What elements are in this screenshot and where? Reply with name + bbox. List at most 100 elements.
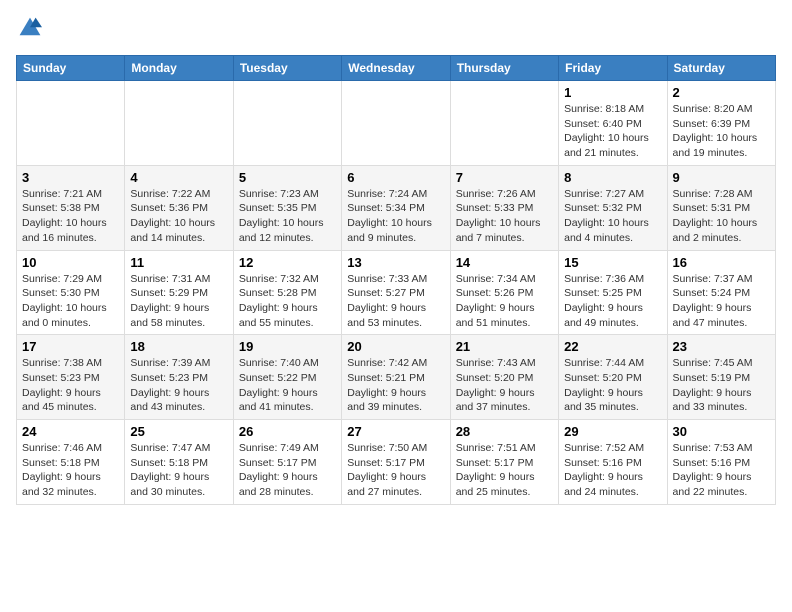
weekday-header-tuesday: Tuesday (233, 56, 341, 81)
calendar-day-15: 15Sunrise: 7:36 AMSunset: 5:25 PMDayligh… (559, 250, 667, 335)
calendar-empty-cell (17, 81, 125, 166)
day-info: Sunrise: 7:52 AMSunset: 5:16 PMDaylight:… (564, 441, 661, 500)
calendar-empty-cell (342, 81, 450, 166)
calendar-day-12: 12 Sunrise: 7:32 AMSunset: 5:28 PMDayligh… (233, 250, 341, 335)
calendar-week-row: 17 Sunrise: 7:38 AMSunset: 5:23 PMDayligh… (17, 335, 776, 420)
day-number: 17 (22, 339, 119, 354)
day-info: Sunrise: 7:22 AMSunset: 5:36 PMDaylight:… (130, 187, 227, 246)
calendar-day-9: 9 Sunrise: 7:28 AMSunset: 5:31 PMDaylight… (667, 165, 775, 250)
calendar-day-10: 10Sunrise: 7:29 AMSunset: 5:30 PMDayligh… (17, 250, 125, 335)
day-info: Sunrise: 7:46 AMSunset: 5:18 PMDaylight:… (22, 441, 119, 500)
day-info: Sunrise: 7:47 AMSunset: 5:18 PMDaylight:… (130, 441, 227, 500)
calendar-day-8: 8 Sunrise: 7:27 AMSunset: 5:32 PMDaylight… (559, 165, 667, 250)
calendar-empty-cell (125, 81, 233, 166)
day-number: 30 (673, 424, 770, 439)
calendar-day-30: 30 Sunrise: 7:53 AMSunset: 5:16 PMDayligh… (667, 420, 775, 505)
day-info: Sunrise: 7:37 AMSunset: 5:24 PMDaylight:… (673, 272, 770, 331)
calendar-day-5: 5 Sunrise: 7:23 AMSunset: 5:35 PMDaylight… (233, 165, 341, 250)
weekday-header-thursday: Thursday (450, 56, 558, 81)
day-number: 8 (564, 170, 661, 185)
day-info: Sunrise: 8:18 AMSunset: 6:40 PMDaylight:… (564, 102, 661, 161)
calendar-week-row: 3Sunrise: 7:21 AMSunset: 5:38 PMDaylight… (17, 165, 776, 250)
day-number: 25 (130, 424, 227, 439)
day-info: Sunrise: 7:23 AMSunset: 5:35 PMDaylight:… (239, 187, 336, 246)
day-info: Sunrise: 8:20 AMSunset: 6:39 PMDaylight:… (673, 102, 770, 161)
calendar-day-27: 27 Sunrise: 7:50 AMSunset: 5:17 PMDayligh… (342, 420, 450, 505)
day-number: 10 (22, 255, 119, 270)
calendar-header-row: SundayMondayTuesdayWednesdayThursdayFrid… (17, 56, 776, 81)
day-number: 12 (239, 255, 336, 270)
weekday-header-wednesday: Wednesday (342, 56, 450, 81)
day-info: Sunrise: 7:28 AMSunset: 5:31 PMDaylight:… (673, 187, 770, 246)
day-info: Sunrise: 7:26 AMSunset: 5:33 PMDaylight:… (456, 187, 553, 246)
day-info: Sunrise: 7:50 AMSunset: 5:17 PMDaylight:… (347, 441, 444, 500)
calendar-day-16: 16 Sunrise: 7:37 AMSunset: 5:24 PMDayligh… (667, 250, 775, 335)
calendar-day-4: 4 Sunrise: 7:22 AMSunset: 5:36 PMDaylight… (125, 165, 233, 250)
day-number: 27 (347, 424, 444, 439)
day-info: Sunrise: 7:42 AMSunset: 5:21 PMDaylight:… (347, 356, 444, 415)
day-info: Sunrise: 7:21 AMSunset: 5:38 PMDaylight:… (22, 187, 119, 246)
calendar-day-21: 21 Sunrise: 7:43 AMSunset: 5:20 PMDayligh… (450, 335, 558, 420)
calendar-day-25: 25 Sunrise: 7:47 AMSunset: 5:18 PMDayligh… (125, 420, 233, 505)
day-number: 6 (347, 170, 444, 185)
day-number: 23 (673, 339, 770, 354)
day-info: Sunrise: 7:33 AMSunset: 5:27 PMDaylight:… (347, 272, 444, 331)
day-info: Sunrise: 7:43 AMSunset: 5:20 PMDaylight:… (456, 356, 553, 415)
calendar-week-row: 24Sunrise: 7:46 AMSunset: 5:18 PMDayligh… (17, 420, 776, 505)
day-info: Sunrise: 7:31 AMSunset: 5:29 PMDaylight:… (130, 272, 227, 331)
page-header (16, 16, 776, 45)
day-number: 16 (673, 255, 770, 270)
calendar-day-22: 22Sunrise: 7:44 AMSunset: 5:20 PMDayligh… (559, 335, 667, 420)
calendar-day-2: 2 Sunrise: 8:20 AMSunset: 6:39 PMDaylight… (667, 81, 775, 166)
calendar-day-24: 24Sunrise: 7:46 AMSunset: 5:18 PMDayligh… (17, 420, 125, 505)
calendar-day-3: 3Sunrise: 7:21 AMSunset: 5:38 PMDaylight… (17, 165, 125, 250)
day-info: Sunrise: 7:24 AMSunset: 5:34 PMDaylight:… (347, 187, 444, 246)
day-number: 22 (564, 339, 661, 354)
weekday-header-saturday: Saturday (667, 56, 775, 81)
calendar-day-18: 18 Sunrise: 7:39 AMSunset: 5:23 PMDayligh… (125, 335, 233, 420)
day-number: 14 (456, 255, 553, 270)
day-number: 18 (130, 339, 227, 354)
calendar-day-14: 14 Sunrise: 7:34 AMSunset: 5:26 PMDayligh… (450, 250, 558, 335)
day-number: 4 (130, 170, 227, 185)
day-number: 1 (564, 85, 661, 100)
calendar-day-1: 1 Sunrise: 8:18 AMSunset: 6:40 PMDaylight… (559, 81, 667, 166)
calendar-day-29: 29Sunrise: 7:52 AMSunset: 5:16 PMDayligh… (559, 420, 667, 505)
calendar-day-19: 19 Sunrise: 7:40 AMSunset: 5:22 PMDayligh… (233, 335, 341, 420)
day-info: Sunrise: 7:32 AMSunset: 5:28 PMDaylight:… (239, 272, 336, 331)
calendar-empty-cell (233, 81, 341, 166)
logo (16, 16, 44, 45)
day-number: 5 (239, 170, 336, 185)
day-number: 28 (456, 424, 553, 439)
day-info: Sunrise: 7:27 AMSunset: 5:32 PMDaylight:… (564, 187, 661, 246)
calendar-table: SundayMondayTuesdayWednesdayThursdayFrid… (16, 55, 776, 505)
day-number: 21 (456, 339, 553, 354)
day-info: Sunrise: 7:34 AMSunset: 5:26 PMDaylight:… (456, 272, 553, 331)
calendar-day-17: 17 Sunrise: 7:38 AMSunset: 5:23 PMDayligh… (17, 335, 125, 420)
day-number: 13 (347, 255, 444, 270)
day-number: 19 (239, 339, 336, 354)
weekday-header-monday: Monday (125, 56, 233, 81)
day-number: 26 (239, 424, 336, 439)
day-number: 9 (673, 170, 770, 185)
day-info: Sunrise: 7:45 AMSunset: 5:19 PMDaylight:… (673, 356, 770, 415)
calendar-day-23: 23 Sunrise: 7:45 AMSunset: 5:19 PMDayligh… (667, 335, 775, 420)
calendar-day-11: 11Sunrise: 7:31 AMSunset: 5:29 PMDayligh… (125, 250, 233, 335)
calendar-day-6: 6 Sunrise: 7:24 AMSunset: 5:34 PMDaylight… (342, 165, 450, 250)
logo-icon (18, 16, 42, 40)
day-number: 2 (673, 85, 770, 100)
weekday-header-sunday: Sunday (17, 56, 125, 81)
day-info: Sunrise: 7:53 AMSunset: 5:16 PMDaylight:… (673, 441, 770, 500)
calendar-day-28: 28 Sunrise: 7:51 AMSunset: 5:17 PMDayligh… (450, 420, 558, 505)
calendar-day-13: 13 Sunrise: 7:33 AMSunset: 5:27 PMDayligh… (342, 250, 450, 335)
day-info: Sunrise: 7:40 AMSunset: 5:22 PMDaylight:… (239, 356, 336, 415)
calendar-week-row: 1 Sunrise: 8:18 AMSunset: 6:40 PMDaylight… (17, 81, 776, 166)
day-info: Sunrise: 7:39 AMSunset: 5:23 PMDaylight:… (130, 356, 227, 415)
day-info: Sunrise: 7:38 AMSunset: 5:23 PMDaylight:… (22, 356, 119, 415)
day-info: Sunrise: 7:51 AMSunset: 5:17 PMDaylight:… (456, 441, 553, 500)
weekday-header-friday: Friday (559, 56, 667, 81)
day-number: 20 (347, 339, 444, 354)
day-number: 7 (456, 170, 553, 185)
calendar-day-7: 7 Sunrise: 7:26 AMSunset: 5:33 PMDaylight… (450, 165, 558, 250)
day-info: Sunrise: 7:49 AMSunset: 5:17 PMDaylight:… (239, 441, 336, 500)
